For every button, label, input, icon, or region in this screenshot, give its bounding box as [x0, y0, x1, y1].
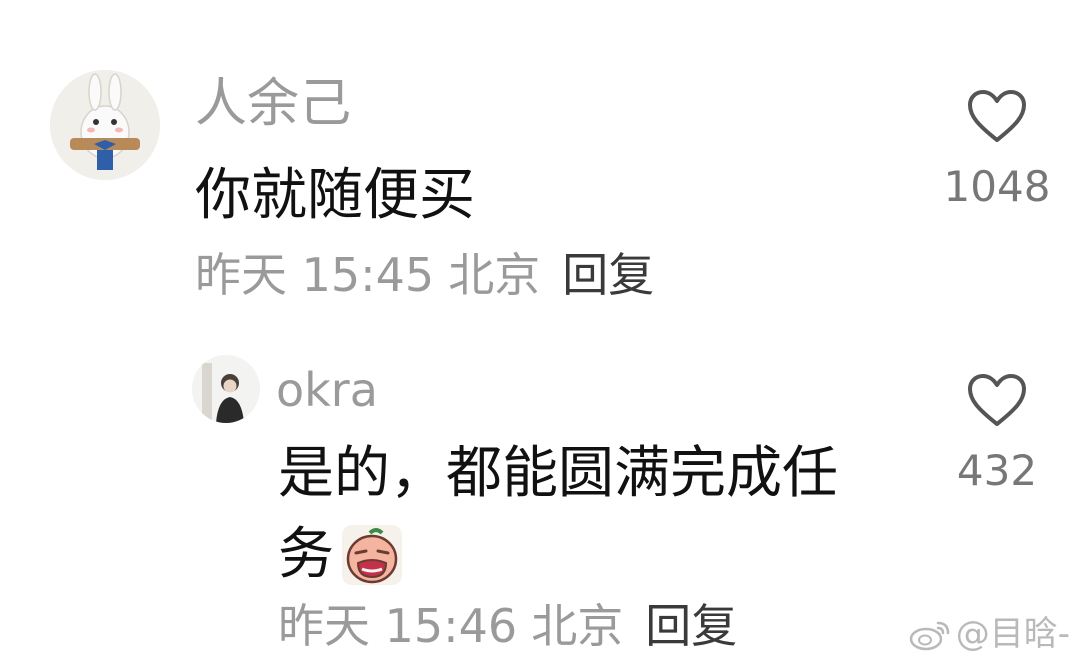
- comment-location: 北京: [531, 599, 624, 653]
- watermark: @目晗-: [908, 617, 1070, 651]
- watermark-text: @目晗-: [955, 614, 1070, 654]
- comment-meta: 昨天 15:46 北京 回复: [278, 603, 737, 649]
- rabbit-avatar-icon: [50, 70, 160, 180]
- heart-outline-icon[interactable]: [966, 88, 1028, 144]
- crying-face-emoji-icon: [342, 525, 402, 585]
- person-avatar-icon: [192, 355, 260, 423]
- comment-text: 你就随便买: [195, 163, 475, 228]
- username[interactable]: okra: [276, 367, 378, 413]
- reply-button[interactable]: 回复: [645, 599, 737, 653]
- comment-time: 昨天 15:45: [195, 248, 435, 302]
- comment-time: 昨天 15:46: [278, 599, 518, 653]
- heart-outline-icon[interactable]: [966, 372, 1028, 428]
- reply-button[interactable]: 回复: [562, 248, 654, 302]
- weibo-icon: [909, 621, 949, 651]
- username[interactable]: 人余己: [195, 78, 351, 130]
- like-count: 1048: [943, 162, 1051, 211]
- like-count: 432: [956, 446, 1038, 495]
- comment-text-line-1: 是的，都能圆满完成任: [278, 441, 838, 506]
- comment-text-line-2-text: 务: [278, 522, 334, 587]
- avatar-comment-2[interactable]: [192, 355, 260, 423]
- comment-text-line-2: 务: [278, 523, 404, 587]
- avatar-comment-1[interactable]: [50, 70, 160, 180]
- comment-meta: 昨天 15:45 北京 回复: [195, 252, 654, 298]
- comment-location: 北京: [448, 248, 541, 302]
